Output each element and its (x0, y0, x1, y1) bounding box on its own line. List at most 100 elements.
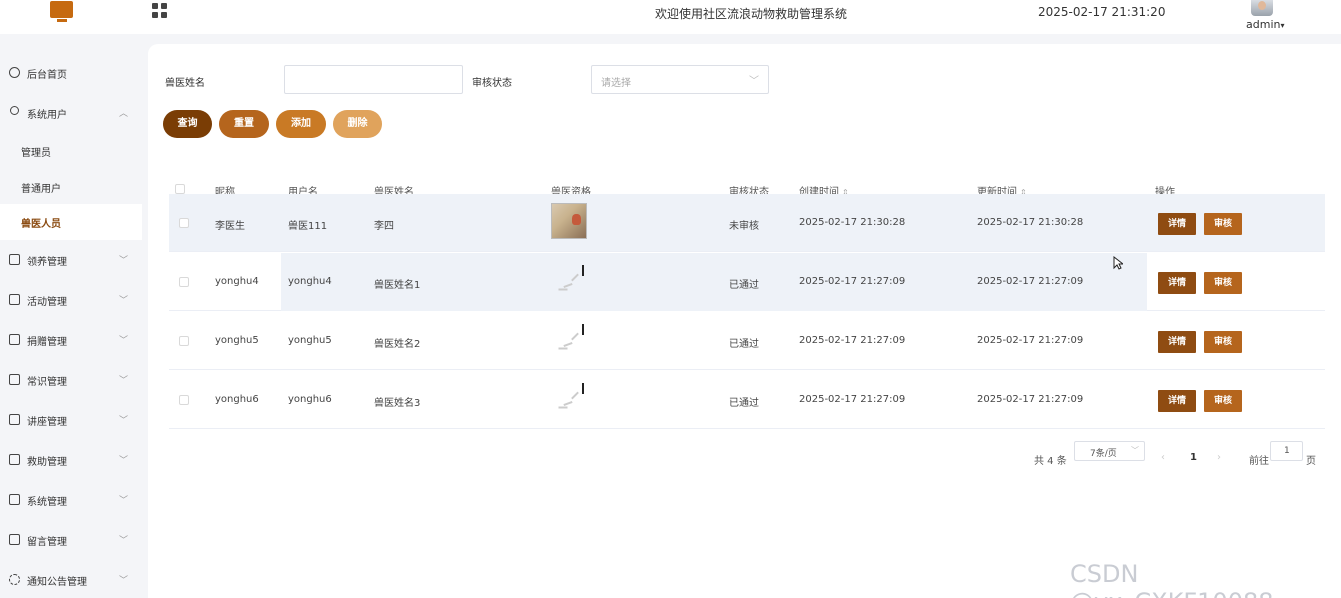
audit-button[interactable]: 审核 (1204, 272, 1242, 294)
chevron-down-icon: ﹀ (119, 296, 129, 306)
page-suffix: 页 (1306, 456, 1316, 467)
table-row[interactable]: 李医生 兽医111 李四 未审核 2025-02-17 21:30:28 202… (169, 194, 1325, 252)
cell-username: yonghu4 (288, 276, 332, 287)
avatar[interactable] (1251, 0, 1273, 16)
sidebar-item-rescue[interactable]: 救助管理 ﹀ (0, 440, 142, 480)
cell-nickname: 李医生 (215, 221, 245, 232)
menu-toggle-icon[interactable] (152, 3, 167, 18)
sidebar-item-system-users[interactable]: 系统用户 ︿ (0, 93, 142, 133)
detail-button[interactable]: 详情 (1158, 213, 1196, 235)
cell-created: 2025-02-17 21:27:09 (799, 394, 906, 405)
sidebar-item-knowledge[interactable]: 常识管理 ﹀ (0, 360, 142, 400)
query-button[interactable]: 查询 (163, 110, 212, 138)
sidebar-item-donations[interactable]: 捐赠管理 ﹀ (0, 320, 142, 360)
list-icon (9, 374, 20, 385)
prev-page-button[interactable]: ‹ (1161, 452, 1165, 463)
cell-vet-name: 兽医姓名1 (374, 280, 421, 291)
sidebar-item-activities[interactable]: 活动管理 ﹀ (0, 280, 142, 320)
goto-label: 前往 (1249, 456, 1269, 467)
sidebar-subitem-vets[interactable]: 兽医人员 (0, 204, 142, 240)
row-checkbox[interactable] (179, 218, 189, 228)
add-button[interactable]: 添加 (276, 110, 326, 138)
chevron-down-icon: ﹀ (119, 576, 129, 586)
sidebar-item-label: 留言管理 (27, 537, 67, 548)
sidebar-item-label: 系统管理 (27, 497, 67, 508)
sidebar-item-notices[interactable]: 通知公告管理 ﹀ (0, 560, 142, 598)
cell-nickname: yonghu4 (215, 276, 259, 287)
detail-button[interactable]: 详情 (1158, 272, 1196, 294)
cell-username: yonghu5 (288, 335, 332, 346)
cell-username: 兽医111 (288, 221, 328, 232)
sidebar-item-label: 捐赠管理 (27, 337, 67, 348)
sidebar-subitem-admin[interactable]: 管理员 (0, 133, 142, 169)
detail-button[interactable]: 详情 (1158, 390, 1196, 412)
chevron-down-icon: ﹀ (1131, 446, 1139, 455)
chevron-down-icon: ﹀ (119, 416, 129, 426)
sidebar-item-label: 通知公告管理 (27, 577, 87, 588)
content-panel: 兽医姓名 审核状态 请选择 ﹀ 查询 重置 添加 删除 昵称 用户名 兽医姓名 … (148, 44, 1341, 598)
detail-button[interactable]: 详情 (1158, 331, 1196, 353)
pagination-total: 共 4 条 (1034, 456, 1067, 467)
chevron-down-icon: ﹀ (119, 336, 129, 346)
chevron-down-icon: ﹀ (119, 496, 129, 506)
row-checkbox[interactable] (179, 395, 189, 405)
cell-nickname: yonghu6 (215, 394, 259, 405)
chevron-down-icon: ﹀ (749, 76, 759, 87)
sidebar-item-adoption[interactable]: 领养管理 ﹀ (0, 240, 142, 280)
sidebar-item-lectures[interactable]: 讲座管理 ﹀ (0, 400, 142, 440)
sidebar-item-label: 讲座管理 (27, 417, 67, 428)
next-page-button[interactable]: › (1217, 452, 1221, 463)
audit-button[interactable]: 审核 (1204, 213, 1242, 235)
user-menu[interactable]: admin▾ (1246, 18, 1284, 31)
row-checkbox[interactable] (179, 277, 189, 287)
loading-spinner-icon (553, 381, 589, 417)
vet-name-label: 兽医姓名 (165, 78, 205, 89)
spinner-icon (9, 574, 20, 585)
cell-status: 已通过 (729, 398, 759, 409)
chevron-down-icon: ﹀ (119, 376, 129, 386)
chevron-up-icon: ︿ (119, 109, 129, 119)
loading-spinner-icon (553, 263, 589, 299)
cell-status: 已通过 (729, 339, 759, 350)
sidebar: 后台首页 系统用户 ︿ 管理员 普通用户 兽医人员 领养管理 ﹀ 活动管理 ﹀ … (0, 34, 142, 598)
chevron-down-icon: ﹀ (119, 536, 129, 546)
cell-status: 未审核 (729, 221, 759, 232)
goto-page-input[interactable]: 1 (1270, 441, 1303, 461)
status-select[interactable]: 请选择 ﹀ (591, 65, 769, 94)
table-row[interactable]: yonghu4 yonghu4 兽医姓名1 已通过 2025-02-17 21:… (169, 253, 1325, 311)
folder-icon (9, 494, 20, 505)
sidebar-item-label: 救助管理 (27, 457, 67, 468)
vet-name-input[interactable] (284, 65, 463, 94)
reset-button[interactable]: 重置 (219, 110, 269, 138)
cell-nickname: yonghu5 (215, 335, 259, 346)
list-icon (9, 334, 20, 345)
sidebar-item-messages[interactable]: 留言管理 ﹀ (0, 520, 142, 560)
sidebar-subitem-users[interactable]: 普通用户 (0, 169, 142, 205)
audit-button[interactable]: 审核 (1204, 331, 1242, 353)
sidebar-item-label: 系统用户 (27, 110, 67, 121)
page-number-current[interactable]: 1 (1190, 452, 1197, 463)
logo-icon (50, 1, 74, 22)
sidebar-subitem-label: 兽医人员 (21, 219, 61, 230)
list-icon (9, 254, 20, 265)
cell-updated: 2025-02-17 21:27:09 (977, 276, 1084, 287)
row-checkbox[interactable] (179, 336, 189, 346)
page-size-select[interactable]: 7条/页 ﹀ (1074, 441, 1145, 461)
cell-vet-name: 兽医姓名3 (374, 398, 421, 409)
delete-button[interactable]: 删除 (333, 110, 382, 138)
chevron-down-icon: ﹀ (119, 456, 129, 466)
chevron-down-icon: ▾ (1280, 21, 1285, 30)
cell-created: 2025-02-17 21:30:28 (799, 217, 906, 228)
top-bar: 欢迎使用社区流浪动物救助管理系统 2025-02-17 21:31:20 adm… (0, 0, 1341, 34)
audit-button[interactable]: 审核 (1204, 390, 1242, 412)
table-row[interactable]: yonghu5 yonghu5 兽医姓名2 已通过 2025-02-17 21:… (169, 312, 1325, 370)
select-all-checkbox[interactable] (175, 184, 185, 194)
loading-spinner-icon (553, 322, 589, 358)
sidebar-item-home[interactable]: 后台首页 (0, 53, 142, 93)
sidebar-item-system[interactable]: 系统管理 ﹀ (0, 480, 142, 520)
table-row[interactable]: yonghu6 yonghu6 兽医姓名3 已通过 2025-02-17 21:… (169, 371, 1325, 429)
cell-status: 已通过 (729, 280, 759, 291)
sidebar-subitem-label: 普通用户 (21, 184, 61, 195)
qualification-image[interactable] (551, 203, 587, 239)
list-icon (9, 454, 20, 465)
